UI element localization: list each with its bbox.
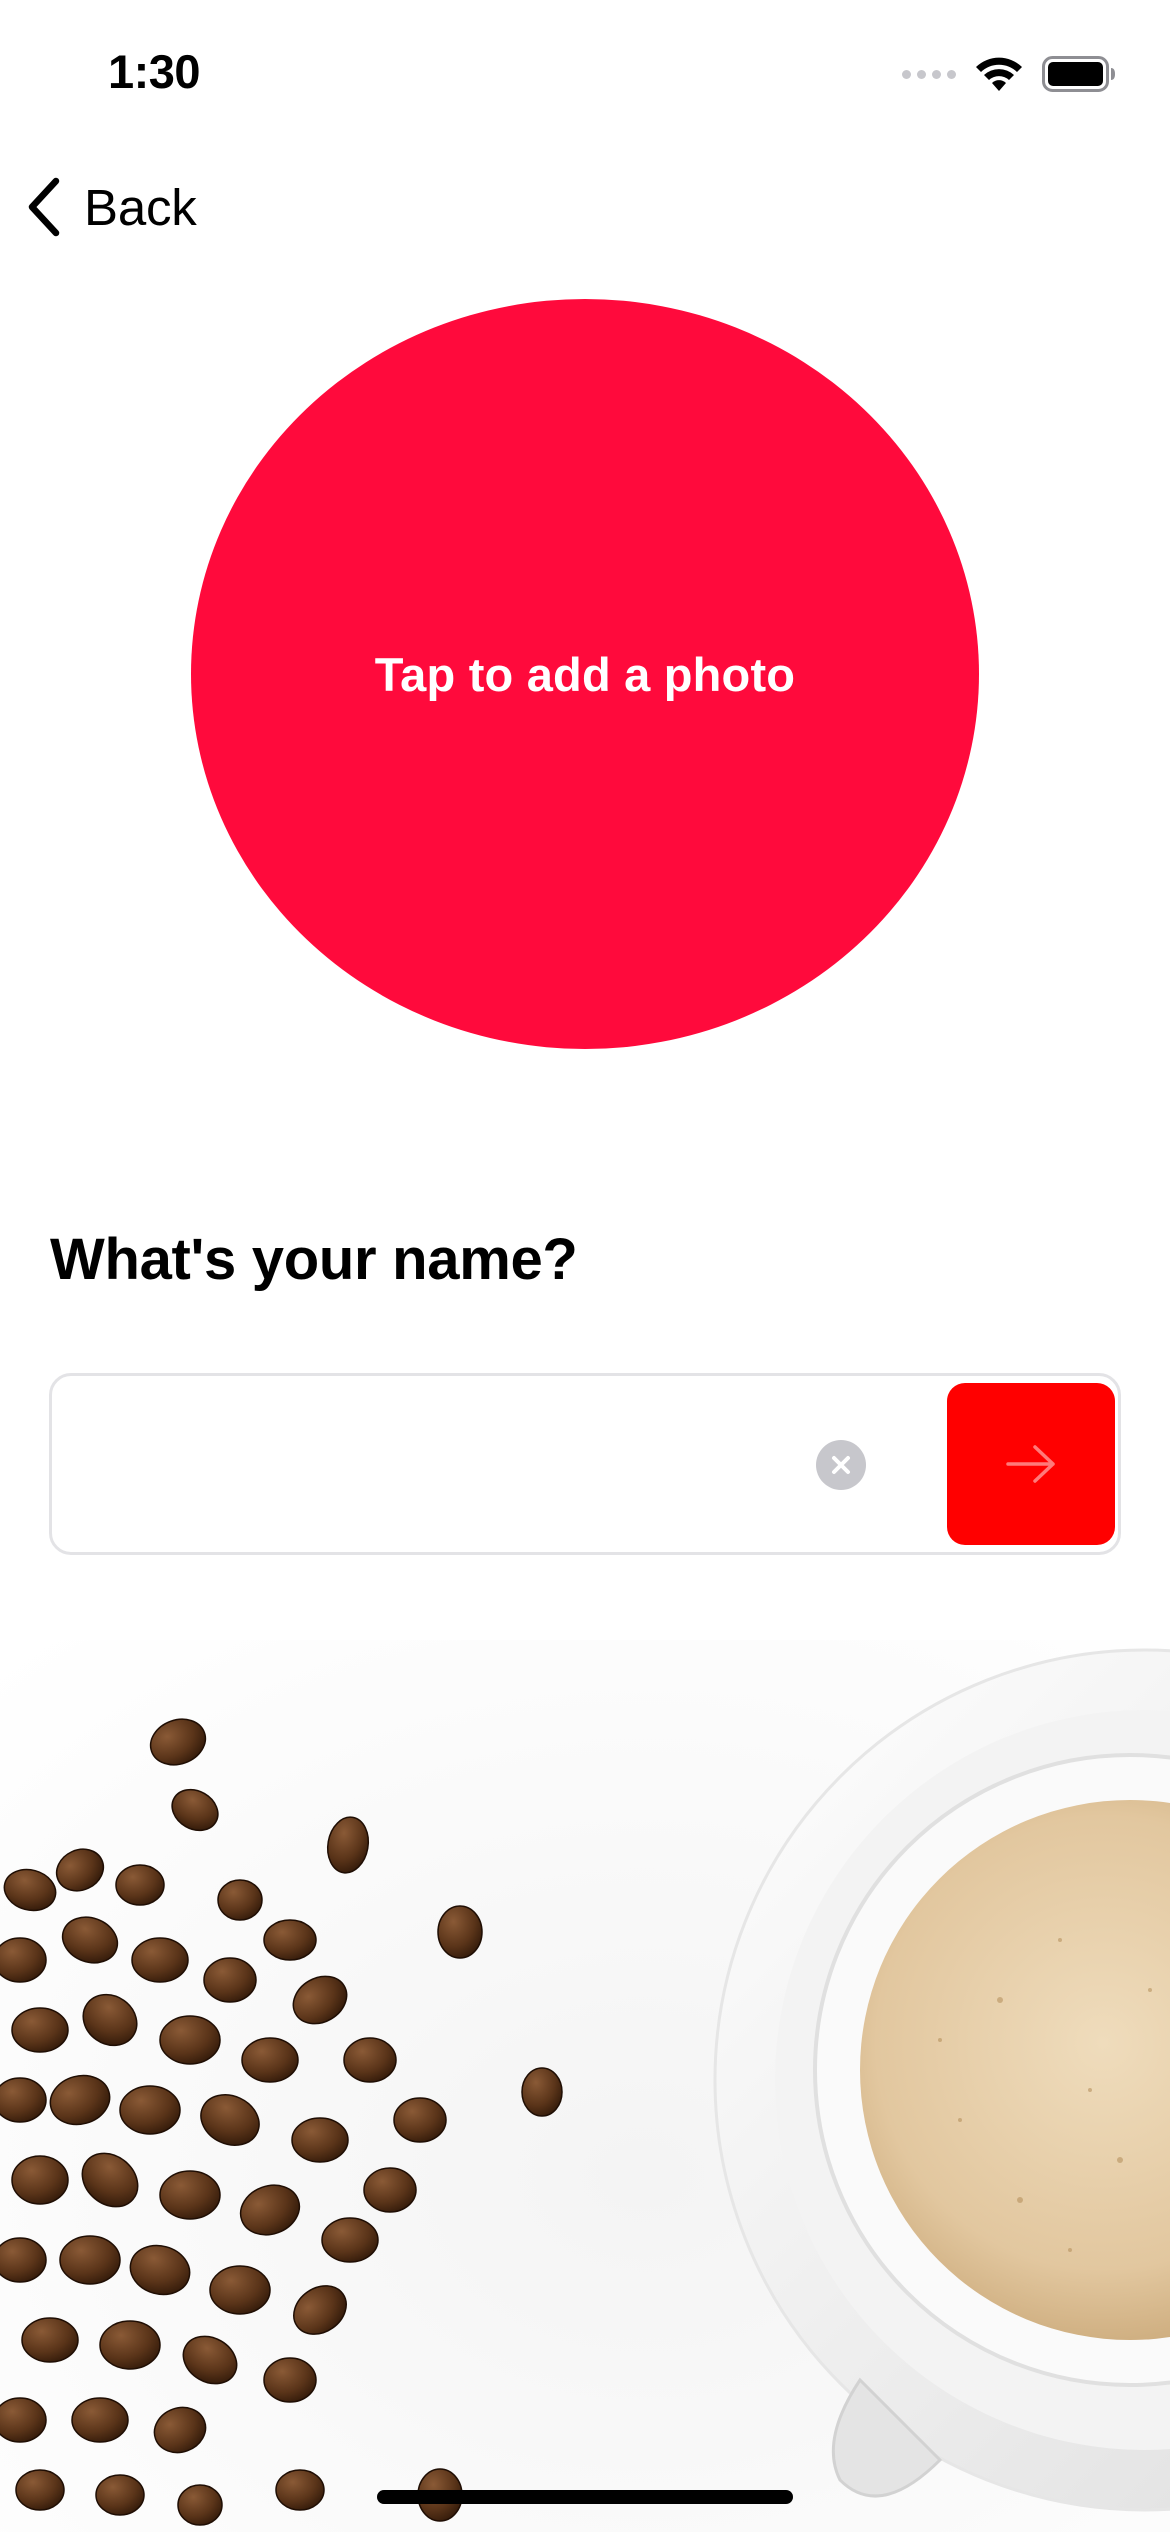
chevron-left-icon (28, 177, 60, 237)
wifi-icon (976, 57, 1022, 91)
submit-button[interactable] (947, 1383, 1115, 1545)
add-photo-label: Tap to add a photo (374, 647, 796, 701)
status-icons (902, 52, 1116, 96)
signal-icon (902, 69, 956, 79)
arrow-right-icon (1006, 1445, 1055, 1483)
battery-icon (1042, 56, 1115, 92)
status-bar: 1:30 (0, 0, 1170, 140)
name-field-container (49, 1373, 1121, 1555)
name-prompt-title: What's your name? (50, 1227, 578, 1292)
coffee-beans-and-cup-image (0, 1640, 1170, 2532)
add-photo-button[interactable]: Tap to add a photo (191, 299, 979, 1049)
back-button[interactable]: Back (24, 170, 197, 244)
back-label: Back (84, 178, 197, 236)
clear-text-button[interactable] (816, 1440, 866, 1490)
status-time: 1:30 (108, 45, 201, 98)
home-indicator (377, 2490, 793, 2504)
clear-circle-icon (832, 1456, 850, 1474)
name-input[interactable] (82, 1406, 826, 1528)
